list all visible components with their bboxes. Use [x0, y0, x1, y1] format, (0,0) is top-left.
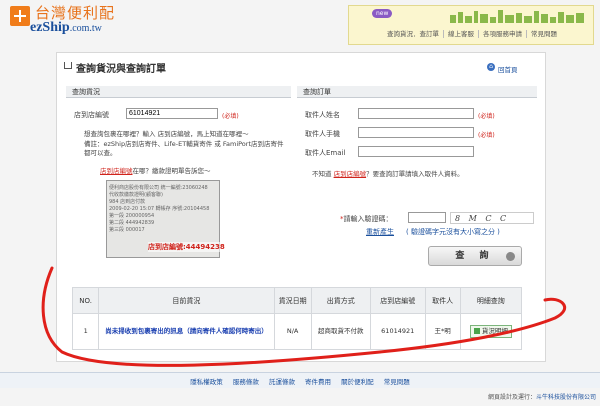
section-track-status-heading: 查詢貨況: [66, 86, 291, 98]
column-header: 店到店編號: [369, 287, 426, 314]
status-date: N/A: [273, 313, 312, 350]
order-hint-suffix: ？要查詢訂單請填入取件人資料。: [366, 170, 464, 178]
home-icon[interactable]: ⌂: [487, 63, 495, 71]
table-row: 1 尚未掃收到包裹寄出的訊息（請向寄件人確認何時寄出） N/A 超商取貨不付款 …: [71, 313, 523, 350]
required-note: (必填): [222, 113, 239, 120]
home-icon: [64, 62, 72, 69]
receiver-phone-input[interactable]: [358, 127, 474, 138]
captcha-label: *請輸入驗證碼：: [340, 215, 393, 223]
footer-link-about[interactable]: 關於便利配: [337, 378, 378, 386]
column-header: 貨況日期: [273, 287, 312, 314]
column-header: 取件人: [424, 287, 461, 314]
receiver-phone-label: 取件人手機: [305, 130, 340, 138]
nav-online-support[interactable]: 線上客服: [444, 30, 479, 38]
store-number-input[interactable]: [126, 108, 218, 119]
credit-company-link[interactable]: 斗牛科技股份有限公司: [536, 394, 596, 401]
captcha-image: 8 M C C: [450, 212, 534, 224]
detail-cell: 貨況明細: [459, 313, 523, 350]
store-number-hint-link[interactable]: 店到店編號: [100, 167, 133, 175]
required-note: (必填): [478, 113, 495, 120]
detail-icon: [473, 328, 480, 334]
receipt-line: 第二段 444942839: [109, 220, 155, 226]
captcha-label-text: 請輸入驗證碼：: [343, 215, 393, 223]
store-number-hint: 店到店編號在哪？繳款證明單告訴您～: [100, 167, 211, 176]
track-hint-line1: 想查詢包裹在哪裡？輸入 店到店編號，馬上知道在哪裡～: [84, 130, 249, 138]
order-hint: 不知道 店到店編號？要查詢訂單請填入取件人資料。: [312, 170, 464, 179]
brand-domain: .com.tw: [69, 23, 102, 34]
receipt-line: 2009-02-20 15:07 轉帳存 序號:20104458: [109, 206, 210, 212]
receipt-line: 第一段 200000954: [109, 213, 155, 219]
receiver-email-label: 取件人Email: [305, 149, 346, 157]
store-number-label: 店到店編號: [74, 111, 109, 119]
receipt-line: 984 店到店付款: [109, 199, 146, 205]
top-nav-links: 查詢貨況．查訂單 線上客服 各項服務申請 常見問題: [350, 28, 594, 38]
shipping-method: 超商取貨不付款: [310, 313, 371, 350]
receiver-name: 王*明: [424, 313, 461, 350]
brand-main: ezShip: [30, 20, 70, 35]
receipt-line: 便利商店股份有限公司 統一編號:23060248: [109, 185, 208, 191]
store-number-hint-text: 在哪？繳款證明單告訴您～: [132, 167, 211, 175]
footer-link-shipping-terms[interactable]: 託運條款: [265, 378, 299, 386]
captcha-input[interactable]: [408, 212, 446, 223]
footer-link-privacy[interactable]: 隱私權政策: [186, 378, 227, 386]
captcha-note: ( 驗證碼字元沒有大小寫之分 ): [406, 228, 500, 236]
brand-name-english[interactable]: ezShip.com.tw: [30, 20, 102, 36]
query-button[interactable]: 查 詢: [428, 246, 522, 266]
new-badge: new: [372, 9, 393, 18]
receipt-line: 代收款繳款證明(顧客聯): [109, 192, 163, 198]
column-header: 明細查詢: [459, 287, 523, 314]
order-hint-link[interactable]: 店到店編號: [334, 170, 367, 178]
receiver-name-label: 取件人姓名: [305, 111, 340, 119]
required-note: (必填): [478, 132, 495, 139]
detail-button-label: 貨況明細: [481, 327, 508, 335]
page-title: 查詢貨況與查詢訂單: [76, 64, 166, 75]
nav-service-apply[interactable]: 各項服務申請: [479, 30, 527, 38]
track-hint-line2: 備註：ezShip店到店寄件、Life-ET輔貨寄件 或 FamiPort店到店…: [84, 140, 284, 157]
receiver-name-input[interactable]: [358, 108, 474, 119]
nav-track-order[interactable]: 查詢貨況．查訂單: [383, 30, 444, 38]
home-link[interactable]: 回首頁: [498, 64, 518, 74]
nav-faq[interactable]: 常見問題: [527, 30, 561, 38]
section-order-query-heading: 查詢訂單: [297, 86, 537, 98]
order-hint-prefix: 不知道: [312, 170, 334, 178]
results-table: NO. 目前貨況 貨況日期 出貨方式 店到店編號 取件人 明細查詢 1 尚未掃收…: [71, 287, 523, 350]
footer-link-fees[interactable]: 寄件費用: [301, 378, 335, 386]
footer-link-terms[interactable]: 服務條款: [229, 378, 263, 386]
receiver-email-input[interactable]: [358, 146, 474, 157]
receipt-line: 第三段 000017: [109, 227, 145, 233]
receipt-text: 便利商店股份有限公司 統一編號:23060248 代收款繳款證明(顧客聯) 98…: [109, 185, 219, 234]
logo-icon[interactable]: [10, 6, 30, 26]
footer-links: 隱私權政策 服務條款 託運條款 寄件費用 關於便利配 常見問題: [0, 376, 600, 386]
footer-link-faq[interactable]: 常見問題: [380, 378, 414, 386]
city-skyline-illustration: [450, 10, 584, 23]
column-header: NO.: [71, 287, 100, 314]
row-number: 1: [71, 313, 100, 350]
detail-button[interactable]: 貨況明細: [469, 325, 512, 338]
store-number: 61014921: [369, 313, 426, 350]
receipt-highlight: 店到店編號:44494238: [148, 242, 225, 252]
captcha-regenerate-link[interactable]: 重新產生: [366, 227, 394, 237]
shipment-status: 尚未掃收到包裹寄出的訊息（請向寄件人確認何時寄出）: [98, 313, 275, 350]
column-header: 出貨方式: [310, 287, 371, 314]
column-header: 目前貨況: [98, 287, 275, 314]
credit-prefix: 網頁設計及運行：: [487, 394, 536, 401]
footer-credit: 網頁設計及運行：斗牛科技股份有限公司: [420, 392, 596, 401]
table-header-row: NO. 目前貨況 貨況日期 出貨方式 店到店編號 取件人 明細查詢: [71, 287, 523, 314]
